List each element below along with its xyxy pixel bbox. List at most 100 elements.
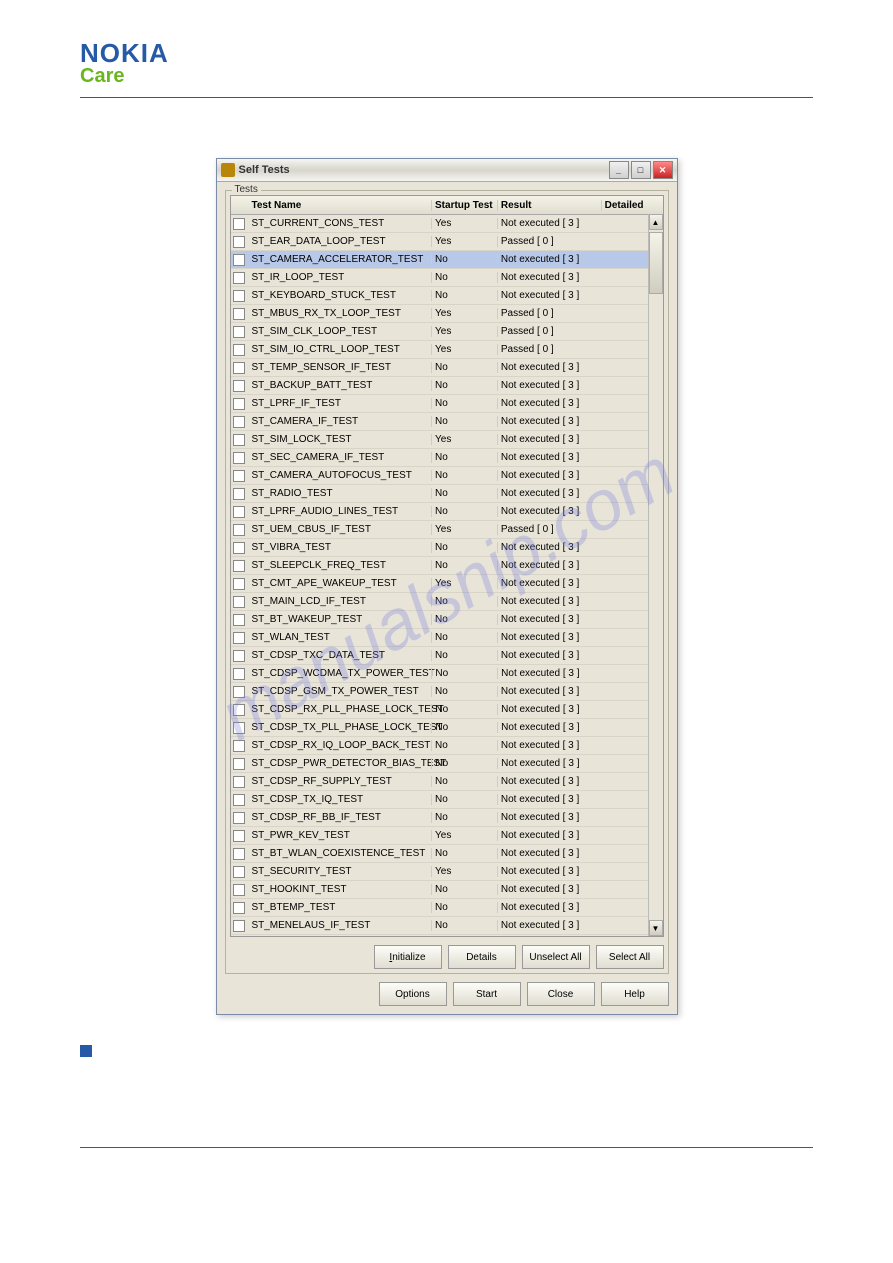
table-row[interactable]: ST_CDSP_RX_IQ_LOOP_BACK_TESTNoNot execut… bbox=[231, 737, 663, 755]
table-row[interactable]: ST_CDSP_PWR_DETECTOR_BIAS_TESTNoNot exec… bbox=[231, 755, 663, 773]
row-checkbox-cell[interactable] bbox=[231, 434, 249, 446]
row-checkbox[interactable] bbox=[233, 902, 245, 914]
table-row[interactable]: ST_MBUS_RX_TX_LOOP_TESTYesPassed [ 0 ] bbox=[231, 305, 663, 323]
row-checkbox[interactable] bbox=[233, 650, 245, 662]
table-row[interactable]: ST_BTEMP_TESTNoNot executed [ 3 ] bbox=[231, 899, 663, 917]
table-row[interactable]: ST_BACKUP_BATT_TESTNoNot executed [ 3 ] bbox=[231, 377, 663, 395]
row-checkbox-cell[interactable] bbox=[231, 740, 249, 752]
row-checkbox-cell[interactable] bbox=[231, 758, 249, 770]
table-row[interactable]: ST_CDSP_RX_PLL_PHASE_LOCK_TESTNoNot exec… bbox=[231, 701, 663, 719]
table-row[interactable]: ST_SEC_CAMERA_IF_TESTNoNot executed [ 3 … bbox=[231, 449, 663, 467]
row-checkbox-cell[interactable] bbox=[231, 416, 249, 428]
table-row[interactable]: ST_UEM_CBUS_IF_TESTYesPassed [ 0 ] bbox=[231, 521, 663, 539]
table-row[interactable]: ST_CAMERA_IF_TESTNoNot executed [ 3 ] bbox=[231, 413, 663, 431]
table-row[interactable]: ST_PWR_KEV_TESTYesNot executed [ 3 ] bbox=[231, 827, 663, 845]
row-checkbox[interactable] bbox=[233, 524, 245, 536]
table-row[interactable]: ST_SIM_LOCK_TESTYesNot executed [ 3 ] bbox=[231, 431, 663, 449]
row-checkbox[interactable] bbox=[233, 668, 245, 680]
row-checkbox[interactable] bbox=[233, 776, 245, 788]
row-checkbox[interactable] bbox=[233, 416, 245, 428]
row-checkbox[interactable] bbox=[233, 344, 245, 356]
row-checkbox[interactable] bbox=[233, 488, 245, 500]
row-checkbox-cell[interactable] bbox=[231, 470, 249, 482]
row-checkbox-cell[interactable] bbox=[231, 704, 249, 716]
table-row[interactable]: ST_MAIN_LCD_IF_TESTNoNot executed [ 3 ] bbox=[231, 593, 663, 611]
row-checkbox[interactable] bbox=[233, 830, 245, 842]
row-checkbox-cell[interactable] bbox=[231, 812, 249, 824]
row-checkbox-cell[interactable] bbox=[231, 308, 249, 320]
table-row[interactable]: ST_TEMP_SENSOR_IF_TESTNoNot executed [ 3… bbox=[231, 359, 663, 377]
row-checkbox[interactable] bbox=[233, 740, 245, 752]
table-row[interactable]: ST_SIM_IO_CTRL_LOOP_TESTYesPassed [ 0 ] bbox=[231, 341, 663, 359]
table-row[interactable]: ST_BT_WAKEUP_TESTNoNot executed [ 3 ] bbox=[231, 611, 663, 629]
table-row[interactable]: ST_CMT_APE_WAKEUP_TESTYesNot executed [ … bbox=[231, 575, 663, 593]
row-checkbox-cell[interactable] bbox=[231, 848, 249, 860]
table-row[interactable]: ST_LPRF_AUDIO_LINES_TESTNoNot executed [… bbox=[231, 503, 663, 521]
row-checkbox-cell[interactable] bbox=[231, 524, 249, 536]
row-checkbox[interactable] bbox=[233, 758, 245, 770]
table-row[interactable]: ST_HOOKINT_TESTNoNot executed [ 3 ] bbox=[231, 881, 663, 899]
table-row[interactable]: ST_LPRF_IF_TESTNoNot executed [ 3 ] bbox=[231, 395, 663, 413]
minimize-button[interactable]: _ bbox=[609, 161, 629, 179]
row-checkbox-cell[interactable] bbox=[231, 362, 249, 374]
scroll-thumb[interactable] bbox=[649, 232, 663, 294]
row-checkbox-cell[interactable] bbox=[231, 506, 249, 518]
row-checkbox[interactable] bbox=[233, 794, 245, 806]
table-row[interactable]: ST_CDSP_RF_SUPPLY_TESTNoNot executed [ 3… bbox=[231, 773, 663, 791]
table-row[interactable]: ST_CDSP_RF_BB_IF_TESTNoNot executed [ 3 … bbox=[231, 809, 663, 827]
row-checkbox-cell[interactable] bbox=[231, 596, 249, 608]
row-checkbox[interactable] bbox=[233, 920, 245, 932]
table-row[interactable]: ST_MENELAUS_IF_TESTNoNot executed [ 3 ] bbox=[231, 917, 663, 935]
close-button[interactable]: ✕ bbox=[653, 161, 673, 179]
row-checkbox[interactable] bbox=[233, 596, 245, 608]
row-checkbox[interactable] bbox=[233, 632, 245, 644]
options-button[interactable]: Options bbox=[379, 982, 447, 1006]
row-checkbox[interactable] bbox=[233, 542, 245, 554]
table-row[interactable]: ST_KEYBOARD_STUCK_TESTNoNot executed [ 3… bbox=[231, 287, 663, 305]
unselect-all-button[interactable]: Unselect All bbox=[522, 945, 590, 969]
row-checkbox[interactable] bbox=[233, 308, 245, 320]
titlebar[interactable]: Self Tests _ □ ✕ bbox=[217, 159, 677, 182]
table-row[interactable]: ST_CDSP_GSM_TX_POWER_TESTNoNot executed … bbox=[231, 683, 663, 701]
row-checkbox[interactable] bbox=[233, 470, 245, 482]
select-all-button[interactable]: Select All bbox=[596, 945, 664, 969]
row-checkbox-cell[interactable] bbox=[231, 452, 249, 464]
row-checkbox-cell[interactable] bbox=[231, 668, 249, 680]
row-checkbox[interactable] bbox=[233, 254, 245, 266]
table-row[interactable]: ST_CDSP_TX_IQ_TESTNoNot executed [ 3 ] bbox=[231, 791, 663, 809]
row-checkbox[interactable] bbox=[233, 812, 245, 824]
row-checkbox-cell[interactable] bbox=[231, 290, 249, 302]
table-row[interactable]: ST_RADIO_TESTNoNot executed [ 3 ] bbox=[231, 485, 663, 503]
row-checkbox-cell[interactable] bbox=[231, 866, 249, 878]
table-row[interactable]: ST_CDSP_WCDMA_TX_POWER_TESTNoNot execute… bbox=[231, 665, 663, 683]
row-checkbox-cell[interactable] bbox=[231, 254, 249, 266]
row-checkbox[interactable] bbox=[233, 722, 245, 734]
row-checkbox-cell[interactable] bbox=[231, 794, 249, 806]
header-result[interactable]: Result bbox=[497, 200, 601, 211]
row-checkbox[interactable] bbox=[233, 848, 245, 860]
header-startup-test[interactable]: Startup Test bbox=[431, 200, 497, 211]
row-checkbox-cell[interactable] bbox=[231, 776, 249, 788]
row-checkbox-cell[interactable] bbox=[231, 542, 249, 554]
table-row[interactable]: ST_ACCEL_IF_TESTNoNot executed [ 3 ] bbox=[231, 935, 663, 937]
row-checkbox-cell[interactable] bbox=[231, 326, 249, 338]
row-checkbox[interactable] bbox=[233, 398, 245, 410]
table-row[interactable]: ST_CAMERA_AUTOFOCUS_TESTNoNot executed [… bbox=[231, 467, 663, 485]
row-checkbox-cell[interactable] bbox=[231, 884, 249, 896]
table-row[interactable]: ST_SIM_CLK_LOOP_TESTYesPassed [ 0 ] bbox=[231, 323, 663, 341]
row-checkbox[interactable] bbox=[233, 362, 245, 374]
row-checkbox-cell[interactable] bbox=[231, 398, 249, 410]
header-detailed[interactable]: Detailed bbox=[601, 200, 663, 211]
row-checkbox-cell[interactable] bbox=[231, 272, 249, 284]
row-checkbox[interactable] bbox=[233, 272, 245, 284]
row-checkbox[interactable] bbox=[233, 218, 245, 230]
row-checkbox[interactable] bbox=[233, 704, 245, 716]
scroll-down-arrow[interactable]: ▼ bbox=[649, 920, 663, 936]
row-checkbox-cell[interactable] bbox=[231, 920, 249, 932]
maximize-button[interactable]: □ bbox=[631, 161, 651, 179]
details-button[interactable]: Details bbox=[448, 945, 516, 969]
scroll-up-arrow[interactable]: ▲ bbox=[649, 214, 663, 230]
row-checkbox-cell[interactable] bbox=[231, 218, 249, 230]
table-row[interactable]: ST_EAR_DATA_LOOP_TESTYesPassed [ 0 ] bbox=[231, 233, 663, 251]
row-checkbox[interactable] bbox=[233, 506, 245, 518]
